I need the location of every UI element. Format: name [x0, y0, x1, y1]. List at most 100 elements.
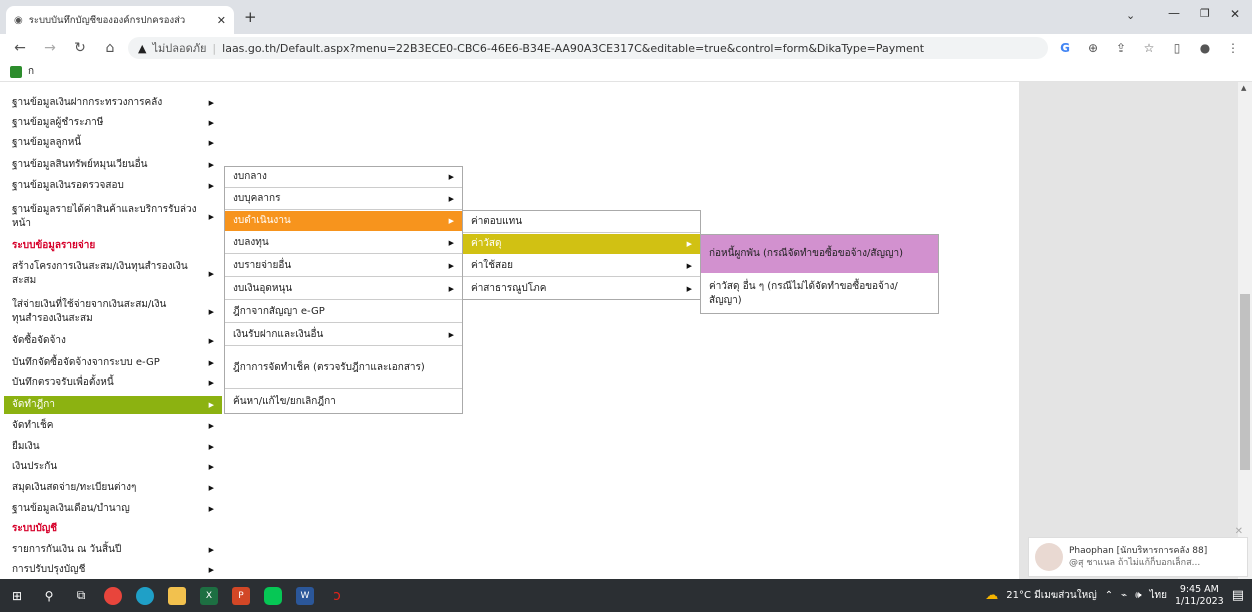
side-panel-icon[interactable]: ▯ [1166, 41, 1188, 55]
chrome-icon[interactable] [104, 586, 122, 605]
bookmark-label[interactable]: ก [28, 64, 34, 79]
vertical-scrollbar[interactable]: ▲ [1238, 82, 1252, 579]
minimize-icon[interactable]: — [1168, 6, 1180, 20]
menu1-item[interactable]: ฐานข้อมูลผู้ชำระภาษี ▶ [4, 114, 222, 132]
menu1-item-label: ฐานข้อมูลเงินฝากกระทรวงการคลัง [12, 97, 163, 108]
menu4-item[interactable]: ค่าวัสดุ อื่น ๆ (กรณีไม่ได้จัดทำขอซื้อขอ… [701, 274, 938, 313]
weather-text[interactable]: 21°C มีเมฆส่วนใหญ่ [1006, 588, 1096, 603]
menu2-item[interactable]: งบบุคลากร ▶ [225, 188, 462, 210]
menu2-item-label: งบดำเนินงาน [233, 215, 291, 226]
menu2-item[interactable]: งบกลาง ▶ [225, 167, 462, 188]
section-header-label: ระบบข้อมูลรายจ่าย [12, 240, 96, 251]
task-view-icon[interactable]: ⧉ [72, 587, 90, 605]
menu1-item[interactable]: ฐานข้อมูลเงินรอตรวจสอบ ▶ [4, 177, 222, 195]
menu1-item-label: สมุดเงินสดจ่าย/ทะเบียนต่างๆ [12, 482, 137, 493]
menu2-item[interactable]: ค้นหา/แก้ไข/ยกเลิกฎีกา [225, 390, 462, 413]
warning-icon: ▲ [138, 41, 147, 55]
profile-icon[interactable]: ● [1194, 41, 1216, 55]
language-indicator[interactable]: ไทย [1150, 588, 1167, 603]
menu1-item-label: ฐานข้อมูลรายได้ค่าสินค้าและบริการรับล่วง… [12, 204, 197, 229]
menu1-item[interactable]: ยืมเงิน ▶ [4, 438, 222, 456]
menu2-item-active[interactable]: งบดำเนินงาน ▶ [225, 211, 462, 231]
edge-icon[interactable] [136, 586, 154, 605]
menu1-item[interactable]: สร้างโครงการเงินสะสม/เงินทุนสำรองเงินสะส… [4, 256, 222, 292]
restore-icon[interactable]: ❐ [1200, 7, 1210, 20]
menu4-item-label: ค่าวัสดุ อื่น ๆ (กรณีไม่ได้จัดทำขอซื้อขอ… [709, 280, 898, 306]
arrow-right-icon: ▶ [448, 173, 454, 181]
arrow-right-icon: ▶ [208, 422, 214, 430]
bookmark-star-icon[interactable]: ☆ [1138, 41, 1160, 55]
menu1-item[interactable]: จัดทำเช็ค ▶ [4, 417, 222, 435]
menu4-item-active[interactable]: ก่อหนี้ผูกพัน (กรณีจัดทำขอซื้อขอจ้าง/สัญ… [701, 235, 938, 273]
menu3-item[interactable]: ค่าใช้สอย ▶ [463, 255, 700, 277]
menu2-item[interactable]: ฎีกาการจัดทำเช็ค (ตรวจรับฎีกาและเอกสาร) [225, 347, 462, 389]
share-icon[interactable]: ⇪ [1110, 41, 1132, 55]
pdf-icon[interactable]: ↄ [328, 587, 346, 605]
close-window-icon[interactable]: ✕ [1230, 7, 1240, 21]
network-icon[interactable]: ⌁ [1121, 590, 1127, 601]
menu3-item-active[interactable]: ค่าวัสดุ ▶ [463, 234, 700, 254]
scrollbar-thumb[interactable] [1240, 294, 1250, 470]
menu2-item[interactable]: งบลงทุน ▶ [225, 232, 462, 254]
arrow-right-icon: ▶ [448, 284, 454, 293]
menu2-item[interactable]: ฎีกาจากสัญญา e-GP [225, 301, 462, 323]
menu1-item-label: รายการกันเงิน ณ วันสิ้นปี [12, 544, 122, 555]
menu1-item[interactable]: ฐานข้อมูลสินทรัพย์หมุนเวียนอื่น ▶ [4, 156, 222, 174]
menu1-item[interactable]: การปรับปรุงบัญชี ▶ [4, 561, 222, 579]
word-icon[interactable]: W [296, 586, 314, 605]
arrow-right-icon: ▶ [208, 270, 214, 278]
menu1-item[interactable]: จัดซื้อจัดจ้าง ▶ [4, 332, 222, 350]
menu1-item-label: เงินประกัน [12, 461, 58, 472]
clock-date: 1/11/2023 [1174, 595, 1224, 607]
line-icon[interactable] [264, 586, 282, 605]
clock[interactable]: 9:45 AM 1/11/2023 [1175, 584, 1224, 608]
menu2-item[interactable]: งบเงินอุดหนุน ▶ [225, 278, 462, 300]
notifications-icon[interactable]: ▤ [1232, 588, 1244, 603]
url-bar[interactable]: ▲ ไม่ปลอดภัย | laas.go.th/Default.aspx?m… [128, 37, 1048, 59]
back-icon[interactable]: ← [8, 40, 32, 56]
menu2-item[interactable]: งบรายจ่ายอื่น ▶ [225, 255, 462, 277]
more-menu-icon[interactable]: ⋮ [1222, 41, 1244, 55]
close-tab-icon[interactable]: ✕ [217, 14, 226, 27]
chat-notification[interactable]: Phaophan [นักบริหารการคลัง 88] @สุ ชาแนล… [1028, 526, 1248, 577]
new-tab-icon[interactable]: + [244, 8, 257, 26]
excel-icon[interactable]: X [200, 586, 218, 605]
tray-chevron-icon[interactable]: ⌃ [1105, 590, 1113, 601]
menu1-item[interactable]: ใส่จ่ายเงินที่ใช้จ่ายจากเงินสะสม/เงินทุน… [4, 294, 222, 330]
arrow-right-icon: ▶ [208, 463, 214, 471]
arrow-right-icon: ▶ [208, 99, 214, 107]
menu3-item[interactable]: ค่าตอบแทน [463, 211, 700, 233]
menu1-item[interactable]: รายการกันเงิน ณ วันสิ้นปี ▶ [4, 541, 222, 559]
file-explorer-icon[interactable] [168, 586, 186, 605]
menu1-item[interactable]: ฐานข้อมูลเงินฝากกระทรวงการคลัง ▶ [4, 94, 222, 112]
menu1-item[interactable]: สมุดเงินสดจ่าย/ทะเบียนต่างๆ ▶ [4, 479, 222, 497]
search-icon[interactable]: ⚲ [40, 587, 58, 605]
bookmark-favicon-icon [10, 65, 22, 78]
volume-icon[interactable]: 🕪 [1135, 590, 1141, 601]
menu1-item[interactable]: บันทึกจัดซื้อจัดจ้างจากระบบ e-GP ▶ [4, 354, 222, 372]
menu1-item[interactable]: ฐานข้อมูลเงินเดือน/บำนาญ ▶ [4, 500, 222, 518]
menu3-item[interactable]: ค่าสาธารณูปโภค ▶ [463, 278, 700, 299]
menu1-item[interactable]: เงินประกัน ▶ [4, 458, 222, 476]
close-notification-icon[interactable]: ✕ [1235, 526, 1243, 537]
windows-taskbar: ⊞ ⚲ ⧉ X P W ↄ ☁ 21°C มีเมฆส่วนใหญ่ ⌃ ⌁ 🕪… [0, 579, 1252, 612]
home-icon[interactable]: ⌂ [98, 40, 122, 56]
menu1-item[interactable]: บันทึกตรวจรับเพื่อตั้งหนี้ ▶ [4, 374, 222, 392]
menu1-item[interactable]: ฐานข้อมูลรายได้ค่าสินค้าและบริการรับล่วง… [4, 199, 222, 235]
tab-search-icon[interactable]: ⌄ [1126, 9, 1135, 22]
scroll-up-icon[interactable]: ▲ [1241, 84, 1246, 92]
powerpoint-icon[interactable]: P [232, 586, 250, 605]
windows-start-icon[interactable]: ⊞ [8, 587, 26, 605]
forward-icon[interactable]: → [38, 40, 62, 56]
arrow-right-icon: ▶ [448, 194, 454, 203]
browser-tab[interactable]: ◉ ระบบบันทึกบัญชีขององค์กรปกครองส่ว ✕ [6, 6, 234, 34]
menu2-item[interactable]: เงินรับฝากและเงินอื่น ▶ [225, 324, 462, 346]
weather-icon: ☁ [985, 588, 999, 603]
zoom-icon[interactable]: ⊕ [1082, 41, 1104, 55]
google-icon[interactable]: G [1054, 41, 1076, 55]
menu1-item[interactable]: ฐานข้อมูลลูกหนี้ ▶ [4, 134, 222, 152]
menu1-item-active[interactable]: จัดทำฎีกา ▶ [4, 396, 222, 414]
arrow-right-icon: ▶ [448, 330, 454, 339]
arrow-right-icon: ▶ [208, 546, 214, 554]
reload-icon[interactable]: ↻ [68, 40, 92, 56]
